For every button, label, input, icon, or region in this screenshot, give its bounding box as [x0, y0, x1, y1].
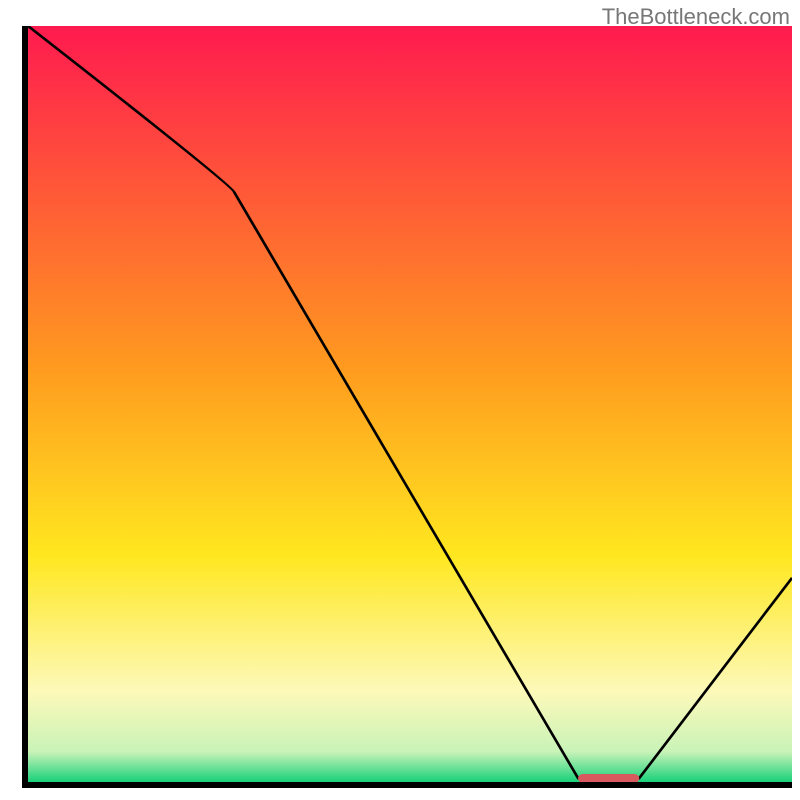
- chart-optimum-marker: [578, 774, 639, 782]
- watermark-text: TheBottleneck.com: [602, 4, 790, 30]
- chart-plot-area: [22, 26, 792, 788]
- chart-line-path: [28, 26, 792, 778]
- chart-line-layer: [28, 26, 792, 782]
